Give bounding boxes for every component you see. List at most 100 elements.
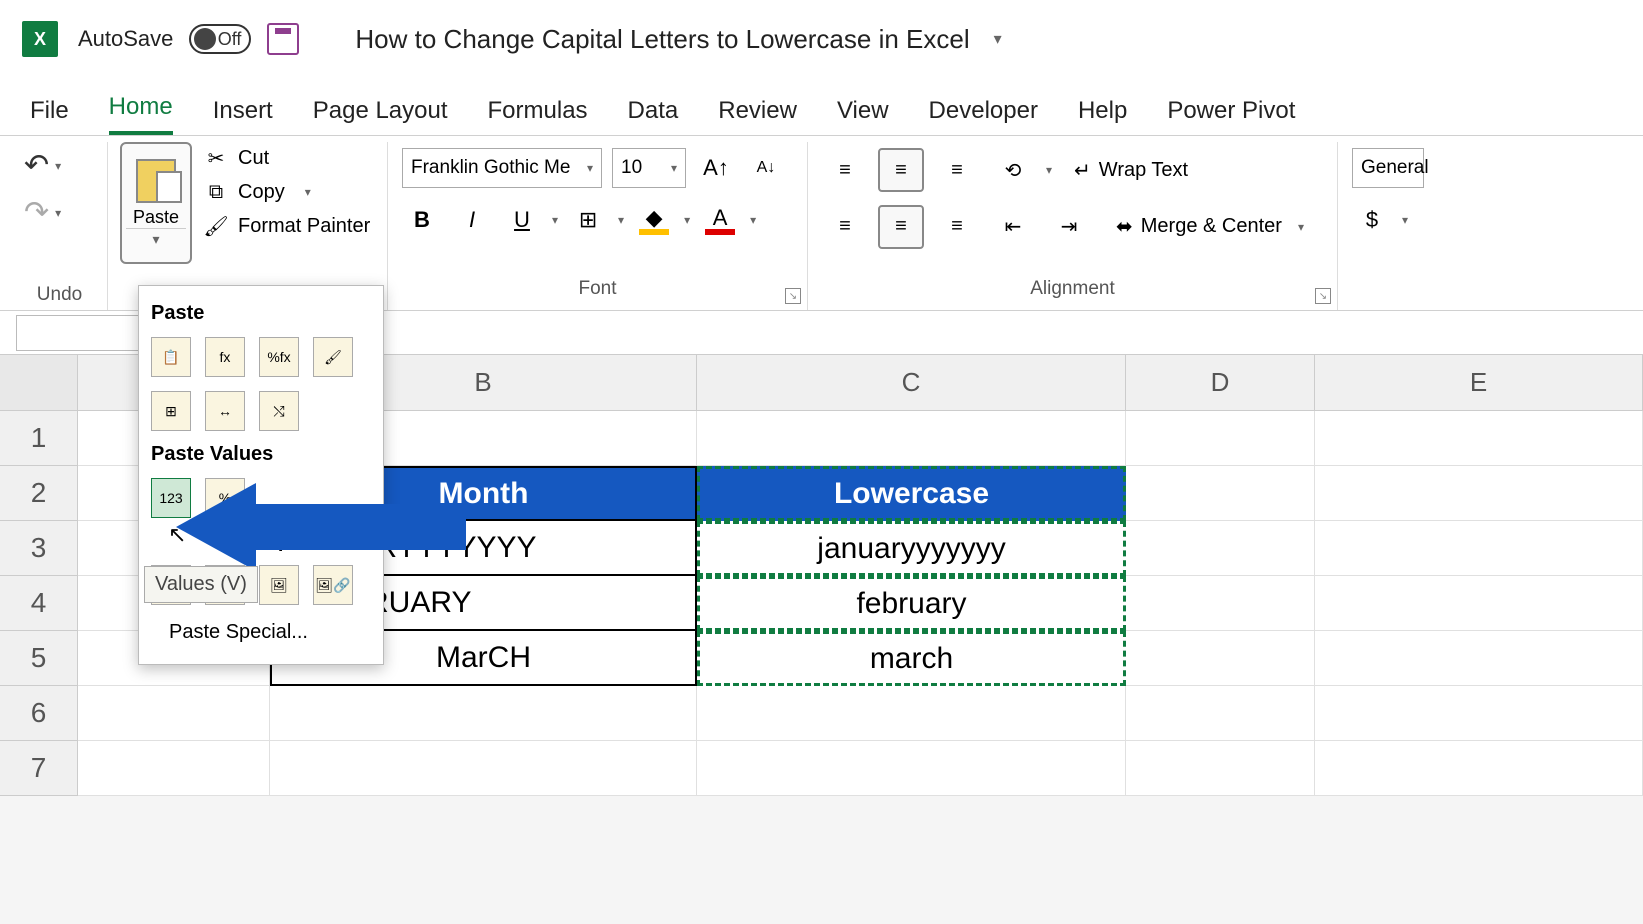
cell-d7[interactable] [1126, 741, 1315, 796]
cell-d1[interactable] [1126, 411, 1315, 466]
format-painter-button[interactable]: 🖌Format Painter [204, 214, 370, 238]
col-header-d[interactable]: D [1126, 355, 1315, 411]
cell-d3[interactable] [1126, 521, 1315, 576]
borders-dropdown-icon[interactable]: ▾ [618, 213, 624, 227]
cell-e2[interactable] [1315, 466, 1643, 521]
tab-file[interactable]: File [30, 97, 69, 135]
row-header-7[interactable]: 7 [0, 741, 78, 796]
cell-c5[interactable]: march [697, 631, 1126, 686]
font-name-select[interactable]: Franklin Gothic Me▾ [402, 148, 602, 188]
number-format-select[interactable]: General [1352, 148, 1424, 188]
tab-insert[interactable]: Insert [213, 97, 273, 135]
paste-picture-icon[interactable]: 🖼 [259, 565, 299, 605]
orientation-dropdown-icon[interactable]: ▾ [1046, 163, 1052, 177]
font-color-button[interactable]: A [700, 200, 740, 240]
cell-c6[interactable] [697, 686, 1126, 741]
tab-power-pivot[interactable]: Power Pivot [1167, 97, 1295, 135]
cut-button[interactable]: ✂Cut [204, 146, 370, 170]
font-launcher[interactable]: ↘ [785, 288, 801, 304]
align-middle-button[interactable]: ≡ [878, 148, 924, 192]
select-all-corner[interactable] [0, 355, 78, 411]
save-icon[interactable] [267, 23, 299, 55]
underline-button[interactable]: U [502, 200, 542, 240]
tab-help[interactable]: Help [1078, 97, 1127, 135]
font-color-dropdown-icon[interactable]: ▾ [750, 213, 756, 227]
tab-developer[interactable]: Developer [929, 97, 1038, 135]
cell-d2[interactable] [1126, 466, 1315, 521]
merge-center-button[interactable]: ⬌Merge & Center▾ [1102, 204, 1318, 249]
tab-home[interactable]: Home [109, 93, 173, 135]
cell-b6[interactable] [270, 686, 697, 741]
borders-button[interactable]: ⊞ [568, 200, 608, 240]
italic-button[interactable]: I [452, 200, 492, 240]
paste-formulas-icon[interactable]: fx [205, 337, 245, 377]
fill-dropdown-icon[interactable]: ▾ [684, 213, 690, 227]
row-header-2[interactable]: 2 [0, 466, 78, 521]
cell-e6[interactable] [1315, 686, 1643, 741]
bold-button[interactable]: B [402, 200, 442, 240]
font-size-select[interactable]: 10▾ [612, 148, 686, 188]
tab-review[interactable]: Review [718, 97, 797, 135]
copy-button[interactable]: ⧉Copy▾ [204, 180, 370, 204]
paste-special-menu-item[interactable]: Paste Special... [139, 611, 383, 654]
paste-linked-picture-icon[interactable]: 🖼🔗 [313, 565, 353, 605]
row-header-5[interactable]: 5 [0, 631, 78, 686]
tab-formulas[interactable]: Formulas [488, 97, 588, 135]
cell-a6[interactable] [78, 686, 270, 741]
cell-c4[interactable]: february [697, 576, 1126, 631]
paste-dropdown-icon[interactable]: ▾ [126, 228, 186, 248]
cell-b7[interactable] [270, 741, 697, 796]
cell-e5[interactable] [1315, 631, 1643, 686]
align-bottom-button[interactable]: ≡ [934, 148, 980, 192]
increase-font-icon[interactable]: A↑ [696, 148, 736, 188]
paste-button[interactable]: Paste ▾ [120, 142, 192, 264]
cell-c7[interactable] [697, 741, 1126, 796]
orientation-button[interactable]: ⟲ [990, 148, 1036, 192]
paste-transpose-icon[interactable]: ⤭ [259, 391, 299, 431]
paste-no-borders-icon[interactable]: ⊞ [151, 391, 191, 431]
title-dropdown-icon[interactable]: ▾ [994, 29, 1002, 49]
row-header-6[interactable]: 6 [0, 686, 78, 741]
tab-view[interactable]: View [837, 97, 889, 135]
cell-d4[interactable] [1126, 576, 1315, 631]
cell-c1[interactable] [697, 411, 1126, 466]
undo-button[interactable]: ↶ ▾ [24, 142, 95, 189]
tab-data[interactable]: Data [628, 97, 679, 135]
decrease-indent-button[interactable]: ⇤ [990, 205, 1036, 249]
col-header-c[interactable]: C [697, 355, 1126, 411]
paste-all-icon[interactable]: 📋 [151, 337, 191, 377]
currency-dropdown-icon[interactable]: ▾ [1402, 213, 1408, 227]
cell-e3[interactable] [1315, 521, 1643, 576]
row-header-4[interactable]: 4 [0, 576, 78, 631]
cell-c3[interactable]: januaryyyyyyy [697, 521, 1126, 576]
cell-e4[interactable] [1315, 576, 1643, 631]
autosave-toggle[interactable]: Off [189, 24, 251, 54]
tab-page-layout[interactable]: Page Layout [313, 97, 448, 135]
document-title[interactable]: How to Change Capital Letters to Lowerca… [355, 24, 969, 55]
redo-button[interactable]: ↷ ▾ [24, 189, 95, 236]
align-left-button[interactable]: ≡ [822, 205, 868, 249]
name-box[interactable] [16, 315, 146, 351]
cell-a7[interactable] [78, 741, 270, 796]
cell-e1[interactable] [1315, 411, 1643, 466]
decrease-font-icon[interactable]: A↓ [746, 148, 786, 188]
row-header-1[interactable]: 1 [0, 411, 78, 466]
cell-d5[interactable] [1126, 631, 1315, 686]
alignment-launcher[interactable]: ↘ [1315, 288, 1331, 304]
paste-formulas-number-icon[interactable]: %fx [259, 337, 299, 377]
align-right-button[interactable]: ≡ [934, 205, 980, 249]
cell-d6[interactable] [1126, 686, 1315, 741]
paste-keep-widths-icon[interactable]: ↔ [205, 391, 245, 431]
align-top-button[interactable]: ≡ [822, 148, 868, 192]
fill-color-button[interactable]: ◆ [634, 200, 674, 240]
wrap-text-button[interactable]: ↵Wrap Text [1062, 150, 1200, 191]
col-header-e[interactable]: E [1315, 355, 1643, 411]
cell-e7[interactable] [1315, 741, 1643, 796]
paste-keep-source-icon[interactable]: 🖌 [313, 337, 353, 377]
underline-dropdown-icon[interactable]: ▾ [552, 213, 558, 227]
increase-indent-button[interactable]: ⇥ [1046, 205, 1092, 249]
currency-button[interactable]: $ [1352, 200, 1392, 240]
cell-c2[interactable]: Lowercase [697, 466, 1126, 521]
row-header-3[interactable]: 3 [0, 521, 78, 576]
align-center-button[interactable]: ≡ [878, 205, 924, 249]
